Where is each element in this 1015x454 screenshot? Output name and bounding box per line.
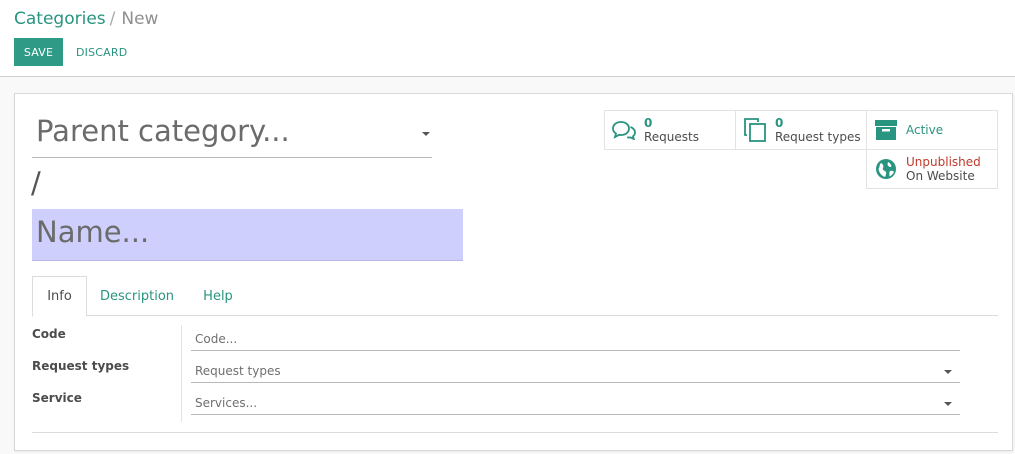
service-label: Service [32,391,82,405]
request-types-placeholder: Request types [195,364,281,378]
tab-content-bottom-divider [32,432,998,433]
request-types-count: 0 [775,116,784,130]
requests-smart-button[interactable]: 0 Requests [604,110,736,150]
globe-icon [874,157,898,181]
control-panel: Categories / New SAVE DISCARD [0,0,1015,77]
copy-icon [743,118,767,142]
caret-down-icon[interactable] [944,370,952,374]
breadcrumb: Categories / New [14,9,158,29]
caret-down-icon[interactable] [422,132,430,136]
parent-category-placeholder: Parent category... [36,114,290,148]
service-placeholder: Services... [195,396,258,410]
code-label: Code [32,327,66,341]
active-label: Active [906,123,944,137]
website-label: On Website [906,169,975,183]
discard-button[interactable]: DISCARD [67,38,136,66]
requests-label: Requests [644,130,699,144]
active-toggle-button[interactable]: Active [866,110,998,150]
notebook-tabs: Info Description Help [32,276,998,317]
caret-down-icon[interactable] [944,402,952,406]
breadcrumb-current: New [121,9,159,29]
tab-help[interactable]: Help [192,276,244,316]
name-separator: / [31,166,41,200]
service-input[interactable]: Services... [191,389,960,415]
breadcrumb-separator: / [109,9,116,29]
request-types-input[interactable]: Request types [191,357,960,383]
tab-info[interactable]: Info [32,276,87,317]
requests-count: 0 [644,116,653,130]
website-status: Unpublished [906,155,981,169]
archive-icon [874,118,898,142]
code-placeholder: Code... [195,332,238,346]
form-sheet: Parent category... / Name... 0 Requests … [14,93,1013,451]
name-placeholder: Name... [36,215,150,249]
tab-description[interactable]: Description [92,276,182,316]
form-column-divider [181,325,182,422]
save-button[interactable]: SAVE [14,38,63,66]
request-types-smart-button[interactable]: 0 Request types [735,110,867,150]
code-input[interactable]: Code... [191,325,960,351]
name-input[interactable]: Name... [32,209,463,261]
comments-icon [612,118,636,142]
request-types-label: Request types [775,130,861,144]
breadcrumb-categories-link[interactable]: Categories [14,9,106,29]
request-types-field-label: Request types [32,359,130,373]
website-publish-button[interactable]: Unpublished On Website [866,149,998,189]
parent-category-field[interactable]: Parent category... [32,108,432,158]
